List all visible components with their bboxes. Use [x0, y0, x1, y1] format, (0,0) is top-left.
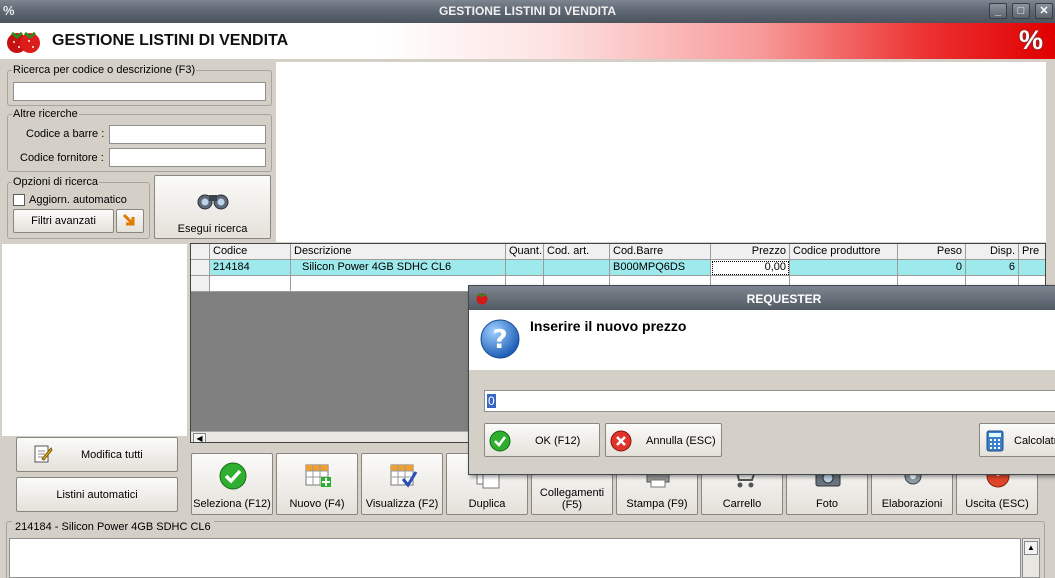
col-prezzo[interactable]: Prezzo — [711, 244, 790, 260]
auto-lists-label: Listini automatici — [56, 489, 138, 501]
auto-update-label: Aggiorn. automatico — [29, 194, 127, 206]
cancel-button[interactable]: Annulla (ESC) — [605, 423, 722, 457]
ok-button[interactable]: OK (F12) — [484, 423, 600, 457]
new-label: Nuovo (F4) — [289, 498, 345, 510]
calculator-button[interactable]: Calcolatrice — [979, 423, 1055, 457]
advanced-filters-button[interactable]: Filtri avanzati — [13, 209, 114, 233]
cell-cod-art[interactable] — [544, 260, 610, 276]
preview-area — [276, 62, 1046, 242]
cell-peso[interactable]: 0 — [898, 260, 966, 276]
selected-item-label: 214184 - Silicon Power 4GB SDHC CL6 — [12, 521, 214, 533]
edit-note-icon — [34, 445, 53, 463]
scroll-up-arrow-icon[interactable]: ▲ — [1024, 541, 1038, 555]
filter-arrow-button[interactable] — [116, 209, 144, 233]
select-label: Seleziona (F12) — [193, 498, 271, 510]
question-icon: ? — [480, 319, 520, 359]
cancel-icon — [610, 430, 632, 452]
process-label: Elaborazioni — [881, 498, 943, 510]
check-icon — [219, 462, 247, 490]
page-title: GESTIONE LISTINI DI VENDITA — [52, 32, 289, 49]
exit-label: Uscita (ESC) — [965, 498, 1029, 510]
edit-all-label: Modifica tutti — [81, 449, 143, 461]
search-options-label: Opzioni di ricerca — [13, 176, 98, 188]
window-titlebar: % GESTIONE LISTINI DI VENDITA _ □ ✕ — [0, 0, 1055, 23]
price-input[interactable]: 0 — [484, 390, 1055, 412]
cancel-label: Annulla (ESC) — [646, 435, 716, 447]
edit-all-button[interactable]: Modifica tutti — [16, 437, 178, 472]
calculator-label: Calcolatrice — [1014, 435, 1055, 447]
table-header: Codice Descrizione Quant. Cod. art. Cod.… — [191, 244, 1045, 260]
col-descrizione[interactable]: Descrizione — [291, 244, 506, 260]
cell-quant[interactable] — [506, 260, 544, 276]
col-codice-produttore[interactable]: Codice produttore — [790, 244, 898, 260]
col-cod-barre[interactable]: Cod.Barre — [610, 244, 711, 260]
calculator-icon — [986, 430, 1004, 452]
cell-cod-barre[interactable]: B000MPQ6DS — [610, 260, 711, 276]
cell-pre[interactable] — [1019, 260, 1045, 276]
cell-descrizione[interactable]: Silicon Power 4GB SDHC CL6 — [291, 260, 506, 276]
window-title: GESTIONE LISTINI DI VENDITA — [438, 4, 617, 18]
select-button[interactable]: Seleziona (F12) — [191, 453, 273, 515]
photo-label: Foto — [815, 498, 838, 510]
search-input[interactable] — [13, 82, 266, 101]
cell-codice-produttore[interactable] — [790, 260, 898, 276]
strawberry-icon — [7, 31, 40, 53]
new-button[interactable]: Nuovo (F4) — [276, 453, 358, 515]
auto-lists-button[interactable]: Listini automatici — [16, 477, 178, 512]
col-quant[interactable]: Quant. — [506, 244, 544, 260]
auto-update-checkbox[interactable] — [13, 194, 25, 206]
scroll-left-arrow-icon[interactable]: ◀ — [193, 433, 206, 442]
notes-textarea[interactable] — [9, 538, 1021, 578]
table-row[interactable]: 214184 Silicon Power 4GB SDHC CL6 B000MP… — [191, 260, 1045, 276]
svg-text:?: ? — [492, 325, 507, 355]
ok-label: OK (F12) — [535, 435, 581, 447]
binoculars-icon — [197, 194, 229, 210]
print-label: Stampa (F9) — [626, 498, 688, 510]
supplier-code-input[interactable] — [109, 148, 266, 167]
requester-dialog: REQUESTER ? Inserire il nuovo prezzo 0 O… — [468, 285, 1055, 475]
col-pre[interactable]: Pre — [1019, 244, 1045, 260]
cart-label: Carrello — [722, 498, 762, 510]
table-check-icon — [390, 464, 418, 488]
dialog-titlebar: REQUESTER — [469, 286, 1055, 310]
minimize-button[interactable]: _ — [989, 3, 1007, 19]
app-header: GESTIONE LISTINI DI VENDITA % — [0, 23, 1055, 59]
cell-disp[interactable]: 6 — [966, 260, 1019, 276]
barcode-label: Codice a barre : — [26, 128, 105, 140]
left-panel-area — [2, 244, 187, 436]
cell-prezzo[interactable]: 0,00 — [711, 260, 790, 276]
col-disp[interactable]: Disp. — [966, 244, 1019, 260]
other-search-label: Altre ricerche — [13, 108, 78, 120]
percent-icon: % — [1018, 25, 1043, 55]
dialog-title: REQUESTER — [746, 292, 822, 306]
search-group-label: Ricerca per codice o descrizione (F3) — [13, 64, 196, 76]
arrow-down-icon — [122, 213, 135, 226]
execute-search-button[interactable]: Esegui ricerca — [154, 175, 271, 239]
execute-search-label: Esegui ricerca — [177, 223, 248, 235]
price-input-value: 0 — [487, 394, 496, 408]
table-add-icon — [305, 464, 331, 487]
close-button[interactable]: ✕ — [1035, 3, 1053, 19]
view-button[interactable]: Visualizza (F2) — [361, 453, 443, 515]
links-label: Collegamenti (F5) — [539, 487, 605, 511]
col-peso[interactable]: Peso — [898, 244, 966, 260]
dialog-message: Inserire il nuovo prezzo — [530, 318, 687, 334]
barcode-input[interactable] — [109, 125, 266, 144]
dialog-message-area: ? Inserire il nuovo prezzo — [469, 310, 1055, 370]
supplier-code-label: Codice fornitore : — [20, 152, 104, 164]
notes-vertical-scrollbar[interactable]: ▲ — [1022, 538, 1040, 578]
col-cod-art[interactable]: Cod. art. — [544, 244, 610, 260]
view-label: Visualizza (F2) — [365, 498, 439, 510]
col-codice[interactable]: Codice — [210, 244, 291, 260]
duplicate-label: Duplica — [468, 498, 506, 510]
check-icon — [489, 430, 511, 452]
cell-codice[interactable]: 214184 — [210, 260, 291, 276]
maximize-button[interactable]: □ — [1012, 3, 1030, 19]
